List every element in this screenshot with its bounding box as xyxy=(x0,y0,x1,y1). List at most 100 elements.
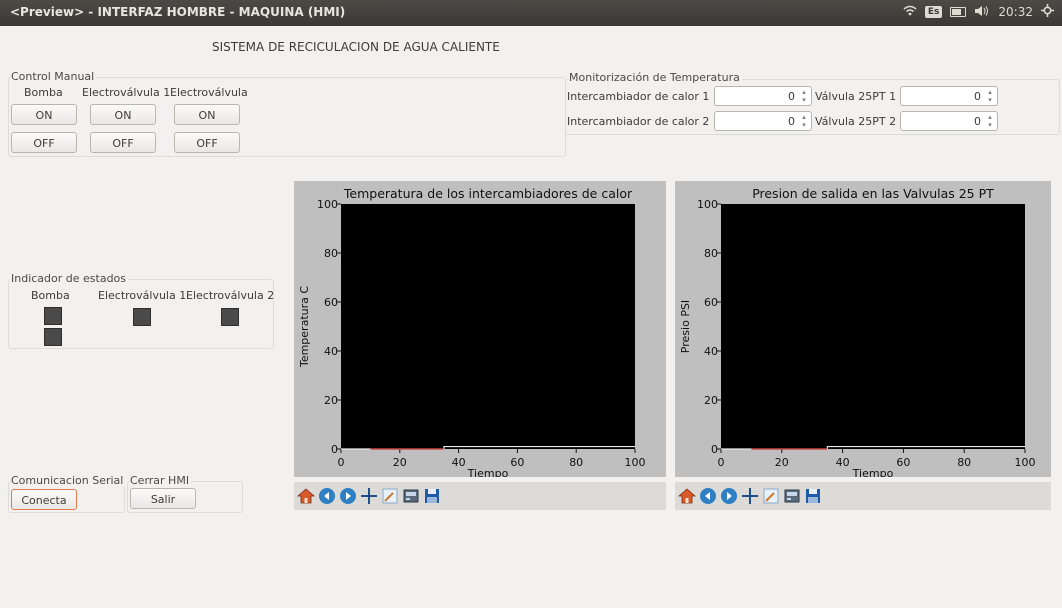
bomba-status-indicator-2 xyxy=(44,328,62,346)
intercambiador-1-value: 0 xyxy=(788,90,795,103)
control-label-bomba: Bomba xyxy=(24,86,63,99)
spin-arrows-icon[interactable]: ▴ ▾ xyxy=(985,88,995,104)
serial-title: Comunicacion Serial xyxy=(11,474,126,487)
page-title: SISTEMA DE RECICULACION DE AGUA CALIENTE xyxy=(212,40,500,54)
window-title: <Preview> - INTERFAZ HOMBRE - MAQUINA (H… xyxy=(10,5,346,19)
y-tick-label: 0 xyxy=(331,443,338,456)
x-tick-label: 20 xyxy=(393,456,407,469)
y-tick-label: 0 xyxy=(711,443,718,456)
x-axis-label: Tiempo xyxy=(467,467,509,477)
salir-button[interactable]: Salir xyxy=(130,488,196,509)
back-icon[interactable] xyxy=(318,487,336,505)
keyboard-layout-indicator[interactable]: Es xyxy=(924,6,943,18)
y-tick-label: 60 xyxy=(704,296,718,309)
close-title: Cerrar HMI xyxy=(130,474,192,487)
bomba-off-button[interactable]: OFF xyxy=(11,132,77,153)
x-tick-label: 0 xyxy=(338,456,345,469)
home-icon[interactable] xyxy=(297,487,315,505)
electrovalvula-1-status-indicator xyxy=(133,308,151,326)
valvula-1-spinbox[interactable]: 0 ▴ ▾ xyxy=(900,86,998,106)
window-titlebar: <Preview> - INTERFAZ HOMBRE - MAQUINA (H… xyxy=(0,0,1062,26)
save-icon[interactable] xyxy=(423,487,441,505)
system-tray: Es 20:32 xyxy=(903,4,1054,20)
y-axis-label: Temperatura C xyxy=(298,286,311,368)
monitor-label-valvula-2: Válvula 25PT 2 xyxy=(815,115,897,128)
wifi-icon[interactable] xyxy=(903,5,917,19)
forward-icon[interactable] xyxy=(339,487,357,505)
x-tick-label: 20 xyxy=(775,456,789,469)
pressure-plot-panel: Presion de salida en las Valvulas 25 PT 0… xyxy=(675,181,1051,480)
home-icon[interactable] xyxy=(678,487,696,505)
electrovalvula-2-on-button[interactable]: ON xyxy=(174,104,240,125)
indicator-label-electrovalvula-1: Electroválvula 1 xyxy=(98,289,187,302)
x-tick-label: 60 xyxy=(510,456,524,469)
spin-arrows-icon[interactable]: ▴ ▾ xyxy=(985,113,995,129)
monitor-label-intercambiador-2: Intercambiador de calor 2 xyxy=(567,115,710,128)
y-tick-label: 80 xyxy=(324,247,338,260)
configure-icon[interactable] xyxy=(783,487,801,505)
y-tick-label: 20 xyxy=(704,394,718,407)
x-tick-label: 60 xyxy=(896,456,910,469)
y-axis-label: Presio PSI xyxy=(679,300,692,353)
y-tick-label: 60 xyxy=(324,296,338,309)
monitor-title: Monitorización de Temperatura xyxy=(569,71,742,84)
temperature-plot-toolbar xyxy=(294,482,666,510)
bomba-on-button[interactable]: ON xyxy=(11,104,77,125)
battery-icon[interactable] xyxy=(950,7,967,17)
forward-icon[interactable] xyxy=(720,487,738,505)
indicator-label-bomba: Bomba xyxy=(31,289,70,302)
power-gear-icon[interactable] xyxy=(1041,4,1054,20)
zoom-icon[interactable] xyxy=(381,487,399,505)
clock[interactable]: 20:32 xyxy=(998,5,1033,19)
conecta-button[interactable]: Conecta xyxy=(11,489,77,510)
control-manual-title: Control Manual xyxy=(11,70,97,83)
temperature-plot-panel: Temperatura de los intercambiadores de c… xyxy=(294,181,666,480)
pan-icon[interactable] xyxy=(741,487,759,505)
temperature-chart[interactable]: Temperatura de los intercambiadores de c… xyxy=(294,181,666,480)
back-icon[interactable] xyxy=(699,487,717,505)
y-tick-label: 100 xyxy=(317,198,338,211)
save-icon[interactable] xyxy=(804,487,822,505)
valvula-2-value: 0 xyxy=(974,115,981,128)
electrovalvula-2-status-indicator xyxy=(221,308,239,326)
spin-arrows-icon[interactable]: ▴ ▾ xyxy=(799,88,809,104)
electrovalvula-1-on-button[interactable]: ON xyxy=(90,104,156,125)
configure-icon[interactable] xyxy=(402,487,420,505)
x-tick-label: 0 xyxy=(718,456,725,469)
y-tick-label: 40 xyxy=(704,345,718,358)
chart-title: Presion de salida en las Valvulas 25 PT xyxy=(752,186,994,201)
pressure-plot-toolbar xyxy=(675,482,1051,510)
monitor-label-valvula-1: Válvula 25PT 1 xyxy=(815,90,897,103)
valvula-1-value: 0 xyxy=(974,90,981,103)
y-tick-label: 100 xyxy=(697,198,718,211)
x-tick-label: 100 xyxy=(1015,456,1036,469)
electrovalvula-1-off-button[interactable]: OFF xyxy=(90,132,156,153)
intercambiador-2-value: 0 xyxy=(788,115,795,128)
y-tick-label: 20 xyxy=(324,394,338,407)
control-label-electrovalvula-1: Electroválvula 1 xyxy=(82,86,171,99)
volume-icon[interactable] xyxy=(974,5,990,20)
indicator-title: Indicador de estados xyxy=(11,272,129,285)
control-label-electrovalvula-2: Electroválvula xyxy=(170,86,248,99)
electrovalvula-2-off-button[interactable]: OFF xyxy=(174,132,240,153)
x-tick-label: 100 xyxy=(625,456,646,469)
plot-area[interactable] xyxy=(721,204,1025,449)
spin-arrows-icon[interactable]: ▴ ▾ xyxy=(799,113,809,129)
pan-icon[interactable] xyxy=(360,487,378,505)
x-tick-label: 40 xyxy=(836,456,850,469)
intercambiador-2-spinbox[interactable]: 0 ▴ ▾ xyxy=(714,111,812,131)
y-tick-label: 80 xyxy=(704,247,718,260)
plot-area[interactable] xyxy=(341,204,635,449)
pressure-chart[interactable]: Presion de salida en las Valvulas 25 PT 0… xyxy=(675,181,1051,480)
x-tick-label: 80 xyxy=(569,456,583,469)
y-tick-label: 40 xyxy=(324,345,338,358)
valvula-2-spinbox[interactable]: 0 ▴ ▾ xyxy=(900,111,998,131)
x-axis-label: Tiempo xyxy=(852,467,894,477)
x-tick-label: 80 xyxy=(957,456,971,469)
bomba-status-indicator xyxy=(44,307,62,325)
indicator-label-electrovalvula-2: Electroválvula 2 xyxy=(186,289,275,302)
x-tick-label: 40 xyxy=(452,456,466,469)
monitor-label-intercambiador-1: Intercambiador de calor 1 xyxy=(567,90,710,103)
intercambiador-1-spinbox[interactable]: 0 ▴ ▾ xyxy=(714,86,812,106)
zoom-icon[interactable] xyxy=(762,487,780,505)
